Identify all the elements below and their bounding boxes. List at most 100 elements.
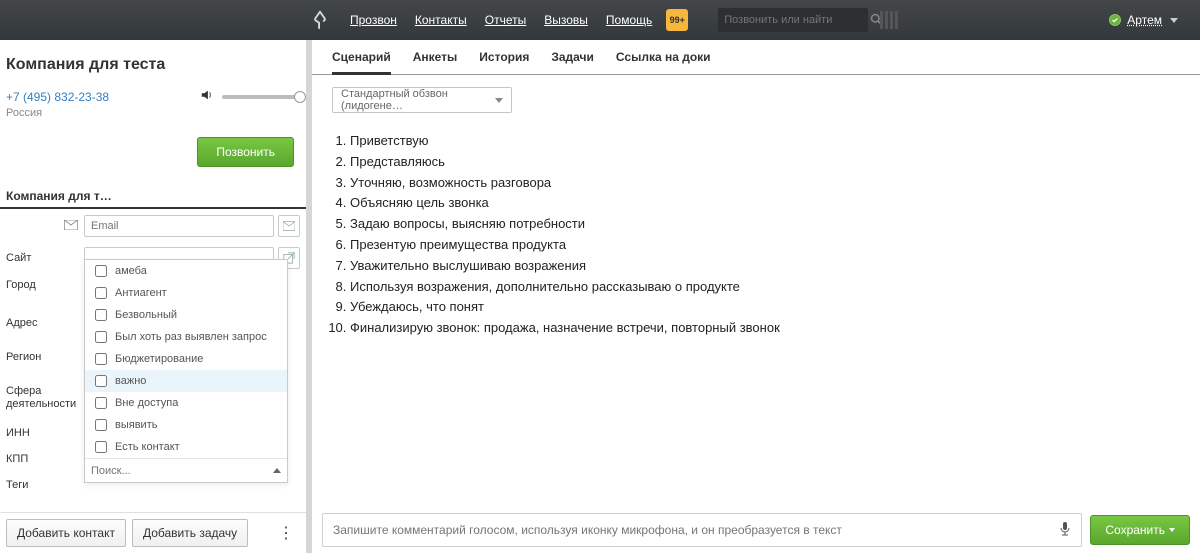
tab-docs-link[interactable]: Ссылка на доки: [616, 50, 711, 74]
script-steps: Приветствую Представляюсь Уточняю, возмо…: [332, 131, 1180, 339]
tag-option[interactable]: амеба: [85, 260, 287, 282]
topbar: Прозвон Контакты Отчеты Вызовы Помощь 99…: [0, 0, 1200, 40]
inn-label: ИНН: [6, 427, 84, 439]
company-title: Компания для теста: [6, 56, 294, 74]
search-box[interactable]: [718, 8, 868, 32]
tags-search[interactable]: [85, 458, 287, 482]
microphone-icon[interactable]: [1059, 521, 1071, 540]
tag-option-label: Безвольный: [115, 309, 177, 321]
tag-option-label: Бюджетирование: [115, 353, 203, 365]
tag-checkbox[interactable]: [95, 419, 107, 431]
right-tabs: Сценарий Анкеты История Задачи Ссылка на…: [312, 40, 1200, 75]
user-menu[interactable]: Артем: [1109, 13, 1178, 27]
script-step: Презентую преимущества продукта: [350, 235, 1180, 256]
tag-checkbox[interactable]: [95, 265, 107, 277]
script-step: Задаю вопросы, выясняю потребности: [350, 214, 1180, 235]
email-send-icon[interactable]: [278, 215, 300, 237]
script-step: Убеждаюсь, что понят: [350, 297, 1180, 318]
nav-help[interactable]: Помощь: [606, 13, 652, 27]
call-button[interactable]: Позвонить: [197, 137, 294, 167]
tag-option-label: Вне доступа: [115, 397, 178, 409]
left-panel: Компания для теста +7 (495) 832-23-38 Ро…: [0, 40, 312, 553]
comment-input[interactable]: [333, 523, 1053, 537]
script-body: Приветствую Представляюсь Уточняю, возмо…: [312, 113, 1200, 349]
tag-checkbox[interactable]: [95, 331, 107, 343]
chevron-up-icon[interactable]: [273, 468, 281, 473]
comment-box[interactable]: [322, 513, 1082, 547]
email-field[interactable]: [84, 215, 274, 237]
nav-links: Прозвон Контакты Отчеты Вызовы Помощь: [350, 13, 652, 27]
right-panel: Сценарий Анкеты История Задачи Ссылка на…: [312, 40, 1200, 553]
script-step: Уважительно выслушиваю возражения: [350, 256, 1180, 277]
add-task-button[interactable]: Добавить задачу: [132, 519, 248, 547]
script-step: Приветствую: [350, 131, 1180, 152]
script-step: Объясняю цель звонка: [350, 193, 1180, 214]
nav-reports[interactable]: Отчеты: [485, 13, 526, 27]
chevron-down-icon: [1170, 18, 1178, 23]
tags-search-input[interactable]: [91, 465, 273, 477]
country-label: Россия: [0, 105, 306, 119]
tag-option[interactable]: Бюджетирование: [85, 348, 287, 370]
tag-checkbox[interactable]: [95, 309, 107, 321]
right-footer: Сохранить: [312, 507, 1200, 553]
tag-option-label: амеба: [115, 265, 147, 277]
form-area: Сайт Город Адрес Регион Сфера деятельнос…: [0, 209, 306, 512]
volume-slider[interactable]: [222, 95, 300, 99]
tag-option[interactable]: Был хоть раз выявлен запрос: [85, 326, 287, 348]
nav-prozvon[interactable]: Прозвон: [350, 13, 397, 27]
tag-option[interactable]: Вне доступа: [85, 392, 287, 414]
more-actions-icon[interactable]: ⋮: [272, 523, 300, 543]
city-label: Город: [6, 279, 84, 291]
tags-label: Теги: [6, 479, 84, 491]
tag-checkbox[interactable]: [95, 375, 107, 387]
sphere-label: Сфера деятельности: [6, 385, 84, 411]
left-tab-strip: Компания для т…: [0, 185, 306, 209]
tag-checkbox[interactable]: [95, 397, 107, 409]
add-contact-button[interactable]: Добавить контакт: [6, 519, 126, 547]
search-input[interactable]: [724, 14, 866, 26]
script-step: Представляюсь: [350, 152, 1180, 173]
save-button[interactable]: Сохранить: [1090, 515, 1190, 545]
region-label: Регион: [6, 351, 84, 363]
tag-option[interactable]: Есть контакт: [85, 436, 287, 458]
tags-dropdown-list[interactable]: амеба Антиагент Безвольный Был хоть раз …: [85, 260, 287, 458]
tag-checkbox[interactable]: [95, 287, 107, 299]
nav-contacts[interactable]: Контакты: [415, 13, 467, 27]
user-name-label[interactable]: Артем: [1127, 13, 1162, 27]
tag-option-label: выявить: [115, 419, 157, 431]
email-prefix-icon: [6, 220, 84, 233]
tag-checkbox[interactable]: [95, 441, 107, 453]
notification-badge[interactable]: 99+: [666, 9, 688, 31]
status-online-icon: [1109, 14, 1121, 26]
chevron-down-icon: [495, 98, 503, 103]
main-area: Компания для теста +7 (495) 832-23-38 Ро…: [0, 40, 1200, 553]
phone-number[interactable]: +7 (495) 832-23-38: [6, 90, 109, 104]
save-button-label: Сохранить: [1105, 523, 1165, 537]
tags-dropdown[interactable]: амеба Антиагент Безвольный Был хоть раз …: [84, 259, 288, 483]
kpp-label: КПП: [6, 453, 84, 465]
address-label: Адрес: [6, 317, 84, 329]
tag-option[interactable]: Антиагент: [85, 282, 287, 304]
script-step: Уточняю, возможность разговора: [350, 173, 1180, 194]
tag-option[interactable]: важно: [85, 370, 287, 392]
tag-option-label: Антиагент: [115, 287, 167, 299]
tag-option[interactable]: выявить: [85, 414, 287, 436]
chevron-down-icon: [1169, 528, 1175, 532]
tab-history[interactable]: История: [479, 50, 529, 74]
dialpad-icon[interactable]: [880, 11, 898, 29]
tab-company[interactable]: Компания для т…: [6, 185, 116, 207]
scenario-select-value: Стандартный обзвон (лидогене…: [341, 88, 495, 112]
tag-checkbox[interactable]: [95, 353, 107, 365]
tag-option-label: Есть контакт: [115, 441, 180, 453]
tab-tasks[interactable]: Задачи: [551, 50, 594, 74]
tab-scenario[interactable]: Сценарий: [332, 50, 391, 75]
tag-option[interactable]: Безвольный: [85, 304, 287, 326]
scenario-select[interactable]: Стандартный обзвон (лидогене…: [332, 87, 512, 113]
nav-calls[interactable]: Вызовы: [544, 13, 588, 27]
volume-icon[interactable]: [200, 88, 214, 105]
app-logo[interactable]: [300, 0, 340, 40]
tab-surveys[interactable]: Анкеты: [413, 50, 458, 74]
tag-option-label: Был хоть раз выявлен запрос: [115, 331, 267, 343]
script-step: Финализирую звонок: продажа, назначение …: [350, 318, 1180, 339]
left-footer: Добавить контакт Добавить задачу ⋮: [0, 512, 306, 553]
